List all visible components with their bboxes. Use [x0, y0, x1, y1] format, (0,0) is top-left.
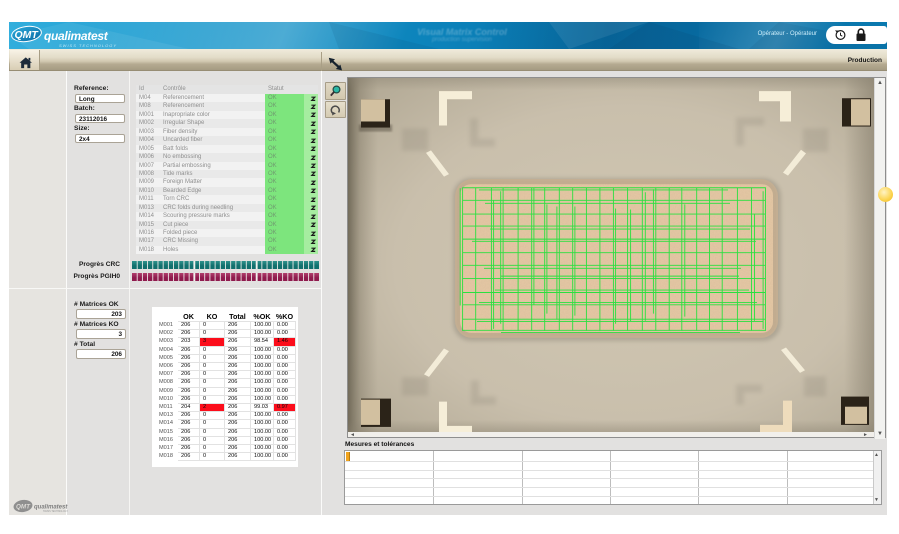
svg-text:SWISS TECHNOLOGY: SWISS TECHNOLOGY	[43, 510, 68, 513]
svg-text:QMT: QMT	[16, 504, 31, 511]
